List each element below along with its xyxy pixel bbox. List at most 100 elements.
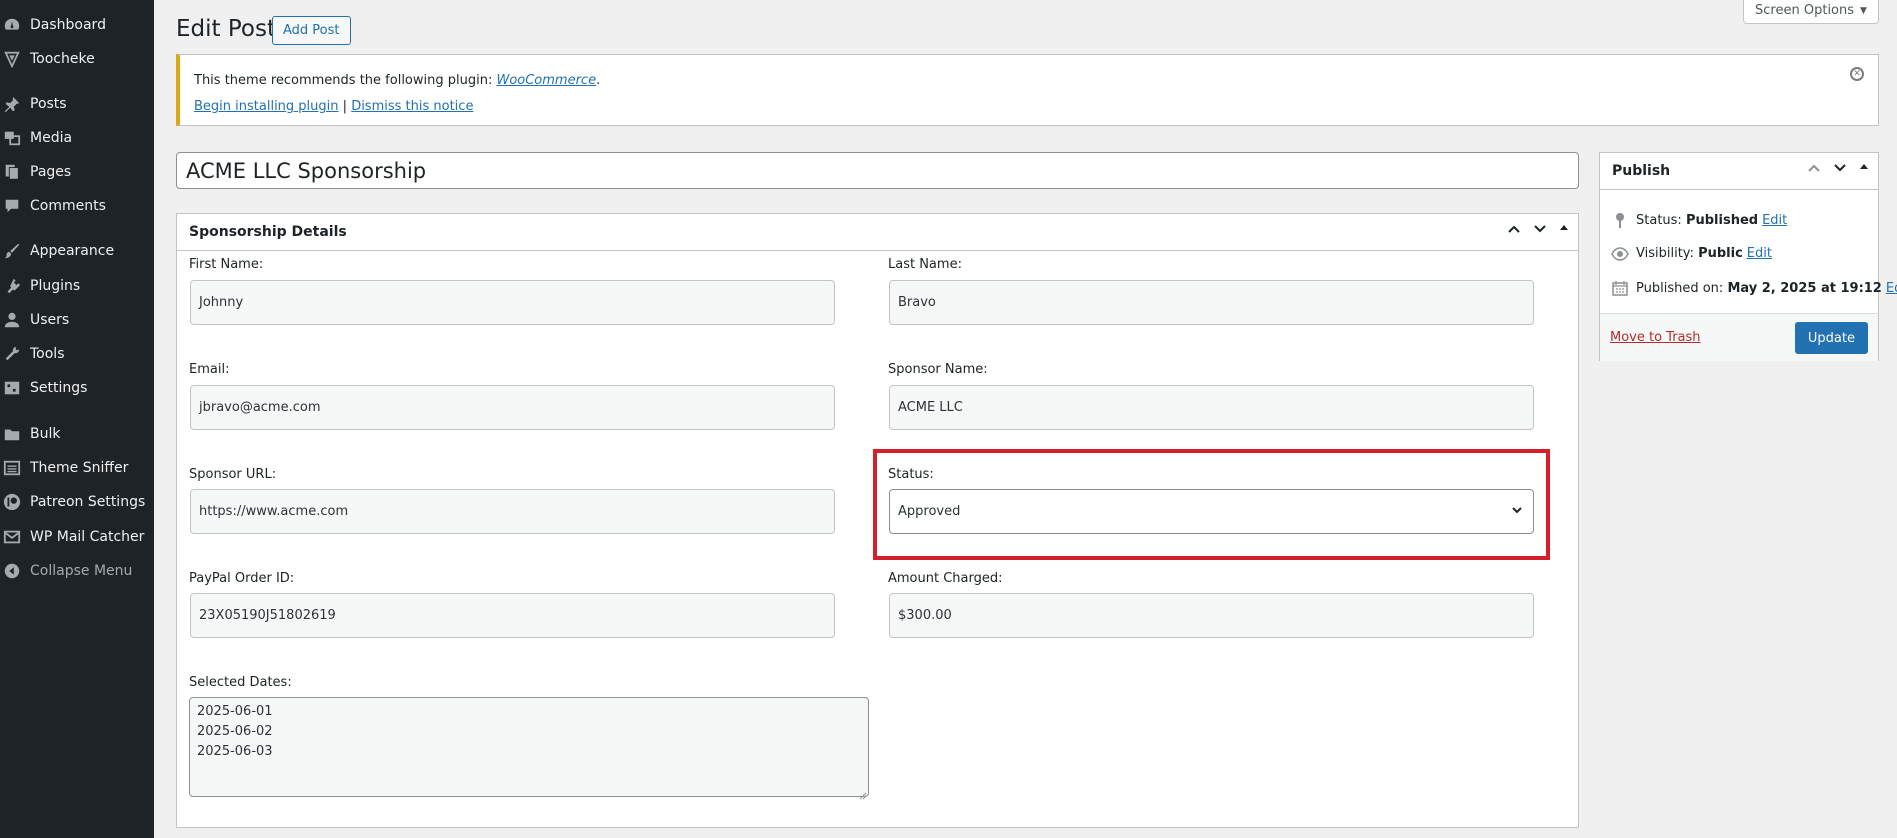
selected-date-line: 2025-06-01	[197, 704, 273, 719]
sidebar-item-label: Plugins	[30, 278, 81, 294]
amount-charged-input[interactable]: $300.00	[889, 593, 1534, 638]
sidebar-item-posts[interactable]: Posts	[0, 87, 154, 121]
mail-icon	[2, 527, 22, 547]
collapse-menu-label: Collapse Menu	[30, 563, 133, 579]
paintbrush-icon	[2, 241, 22, 261]
close-icon[interactable]: ✕	[1850, 67, 1864, 81]
sidebar-item-patreon-settings[interactable]: Patreon Settings	[0, 485, 154, 519]
sidebar-item-wp-mail-catcher[interactable]: WP Mail Catcher	[0, 520, 154, 554]
pages-icon	[2, 162, 22, 182]
eye-icon	[1610, 246, 1630, 261]
sidebar-item-label: Comments	[30, 198, 106, 214]
sidebar-item-toocheke[interactable]: Toocheke	[0, 42, 154, 76]
notice-actions: Begin installing plugin | Dismiss this n…	[194, 99, 473, 114]
toggle-panel-icon[interactable]	[1554, 222, 1574, 238]
status-value: Published	[1685, 212, 1759, 228]
move-up-icon[interactable]	[1504, 222, 1524, 240]
notice-text-before: This theme recommends the following plug…	[194, 73, 497, 88]
toocheke-icon	[2, 49, 22, 69]
last-name-input[interactable]: Bravo	[889, 280, 1534, 325]
edit-date-link[interactable]: Edit	[1886, 281, 1897, 296]
last-name-label: Last Name:	[888, 257, 962, 272]
sidebar-item-label: Pages	[30, 164, 72, 180]
collapse-icon	[2, 561, 22, 581]
sidebar-item-tools[interactable]: Tools	[0, 337, 154, 371]
metabox-title: Sponsorship Details	[189, 224, 347, 240]
sidebar-item-bulk[interactable]: Bulk	[0, 417, 154, 451]
toggle-panel-icon[interactable]	[1854, 161, 1874, 177]
sidebar-item-label: Patreon Settings	[30, 494, 146, 510]
sponsor-url-label: Sponsor URL:	[189, 467, 277, 482]
list-icon	[2, 458, 22, 478]
sidebar-item-dashboard[interactable]: Dashboard	[0, 8, 154, 42]
sidebar-item-users[interactable]: Users	[0, 303, 154, 337]
selected-date-line: 2025-06-03	[197, 744, 273, 759]
screen-options-label: Screen Options	[1755, 3, 1855, 18]
begin-installing-link[interactable]: Begin installing plugin	[194, 99, 339, 114]
paypal-order-id-input[interactable]: 23X05190J51802619	[190, 593, 835, 638]
publish-header: Publish	[1600, 153, 1878, 190]
sidebar-item-label: Settings	[30, 380, 88, 396]
metabox-header: Sponsorship Details	[177, 214, 1578, 251]
sidebar-item-pages[interactable]: Pages	[0, 155, 154, 189]
sponsor-name-label: Sponsor Name:	[888, 362, 988, 377]
notice-text-after: .	[596, 73, 601, 88]
edit-status-link[interactable]: Edit	[1762, 213, 1787, 228]
notice-message: This theme recommends the following plug…	[194, 73, 600, 88]
status-label: Status:	[888, 467, 934, 482]
sidebar-item-settings[interactable]: Settings	[0, 371, 154, 405]
publish-visibility-row: Visibility: Public Edit	[1610, 246, 1772, 261]
publish-date-row: Published on: May 2, 2025 at 19:12 Edit	[1610, 280, 1897, 296]
chevron-down-icon	[1511, 504, 1523, 520]
amount-charged-label: Amount Charged:	[888, 571, 1003, 586]
email-field[interactable]: jbravo@acme.com	[190, 385, 835, 430]
sidebar-item-plugins[interactable]: Plugins	[0, 269, 154, 303]
status-select[interactable]: Approved	[889, 489, 1534, 534]
sidebar-item-label: Theme Sniffer	[30, 460, 129, 476]
sidebar-item-label: Appearance	[30, 243, 115, 259]
sponsor-url-input[interactable]: https://www.acme.com	[190, 489, 835, 534]
publish-actions: Move to Trash Update	[1600, 313, 1878, 361]
status-label: Status:	[1636, 212, 1682, 228]
notice-separator: |	[342, 99, 348, 114]
add-post-button[interactable]: Add Post	[272, 16, 351, 45]
first-name-input[interactable]: Johnny	[190, 280, 835, 325]
plugin-link[interactable]: WooCommerce	[496, 73, 596, 88]
published-on-value: May 2, 2025 at 19:12	[1727, 280, 1882, 296]
sidebar-item-appearance[interactable]: Appearance	[0, 234, 154, 268]
update-button[interactable]: Update	[1794, 322, 1868, 354]
sidebar-item-theme-sniffer[interactable]: Theme Sniffer	[0, 451, 154, 485]
publish-metabox: Publish Status: Published Edit Visibilit…	[1599, 152, 1897, 361]
settings-icon	[2, 378, 22, 398]
comments-icon	[2, 196, 22, 216]
move-down-icon[interactable]	[1830, 161, 1850, 179]
resize-handle-icon[interactable]	[859, 787, 867, 800]
publish-title: Publish	[1612, 163, 1671, 179]
selected-date-line: 2025-06-02	[197, 724, 273, 739]
selected-dates-textarea[interactable]: 2025-06-01 2025-06-02 2025-06-03	[189, 697, 869, 800]
pin-icon	[1610, 212, 1630, 228]
move-down-icon[interactable]	[1530, 222, 1550, 240]
published-on-label: Published on:	[1636, 280, 1724, 296]
plugin-icon	[2, 276, 22, 296]
status-select-value: Approved	[898, 504, 961, 519]
paypal-order-id-label: PayPal Order ID:	[189, 571, 295, 586]
screen-options-button[interactable]: Screen Options ▼	[1743, 0, 1879, 24]
dashboard-icon	[2, 15, 22, 35]
sidebar-item-label: Users	[30, 312, 70, 328]
sidebar-item-label: Tools	[30, 346, 65, 362]
publish-status-row: Status: Published Edit	[1610, 212, 1787, 228]
sidebar-item-comments[interactable]: Comments	[0, 189, 154, 223]
patreon-icon	[2, 492, 22, 512]
move-up-icon[interactable]	[1804, 161, 1824, 179]
post-title-input[interactable]: ACME LLC Sponsorship	[176, 152, 1579, 189]
collapse-menu-button[interactable]: Collapse Menu	[0, 554, 154, 588]
edit-visibility-link[interactable]: Edit	[1747, 246, 1772, 261]
sponsor-name-input[interactable]: ACME LLC	[889, 385, 1534, 430]
sponsorship-details-metabox: Sponsorship Details First Name: Johnny L…	[176, 213, 1579, 828]
admin-sidebar: Dashboard Toocheke Posts Media Pages Com…	[0, 0, 154, 838]
move-to-trash-link[interactable]: Move to Trash	[1610, 330, 1701, 345]
dismiss-notice-link[interactable]: Dismiss this notice	[351, 99, 473, 114]
email-label: Email:	[189, 362, 230, 377]
sidebar-item-media[interactable]: Media	[0, 121, 154, 155]
